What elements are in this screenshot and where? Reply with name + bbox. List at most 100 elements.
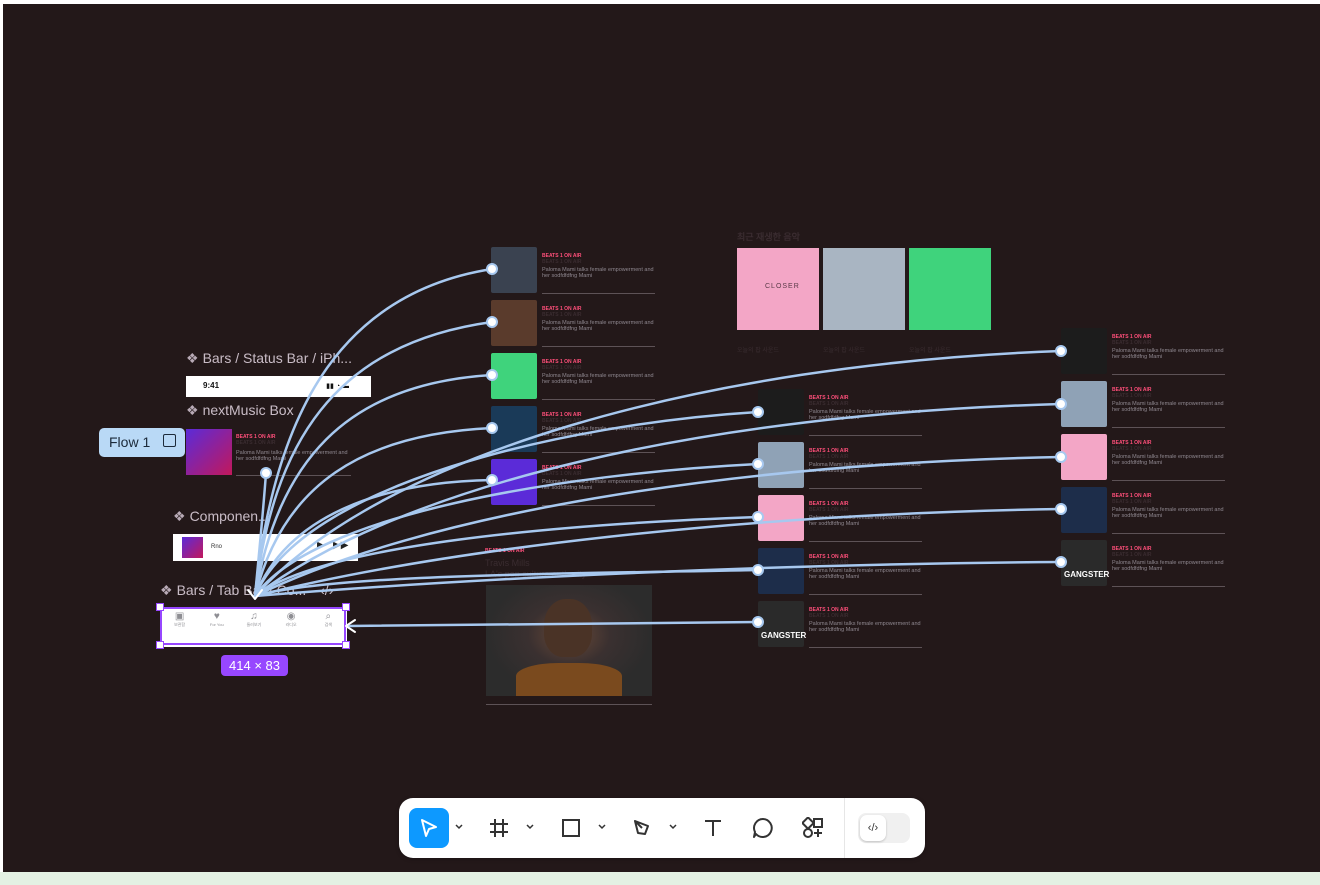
divider [542,399,655,400]
list-item[interactable]: BEATS 1 ON AIR BEATS 1 ON AIR Paloma Mam… [758,442,928,492]
play-icon[interactable]: ▶ [317,540,325,551]
card-subtitle: BEATS 1 ON AIR [809,560,849,566]
chevron-down-icon[interactable] [454,820,464,834]
list-item[interactable]: BEATS 1 ON AIR BEATS 1 ON AIR Paloma Mam… [1061,381,1231,431]
pen-tool-button[interactable] [623,808,663,848]
recent-album[interactable]: 오늘의 팝 사운드 [823,248,905,354]
connector-handle[interactable] [752,406,764,418]
dev-mode-toggle[interactable]: ‹/› [858,813,910,843]
resize-handle[interactable] [342,641,350,649]
album-art [758,495,804,541]
recent-caption: 오늘의 팝 사운드 [823,348,865,354]
connector-handle[interactable] [486,422,498,434]
list-item[interactable]: BEATS 1 ON AIR BEATS 1 ON AIR Paloma Mam… [491,406,661,456]
connector-handle[interactable] [752,511,764,523]
next-music-desc: Paloma Mami talks female empowerment and… [236,450,348,462]
dimension-badge: 414 × 83 [221,655,288,676]
divider [1112,374,1225,375]
connector-handle[interactable] [1055,398,1067,410]
connector-handle[interactable] [752,458,764,470]
connector-handle[interactable] [752,616,764,628]
list-item[interactable]: GANGSTER BEATS 1 ON AIR BEATS 1 ON AIR P… [758,601,928,651]
frame-label-component[interactable]: ❖ Componen... [173,508,270,525]
text-tool-button[interactable] [693,808,733,848]
divider [1112,480,1225,481]
connector-handle[interactable] [486,316,498,328]
actions-tool-button[interactable] [793,808,833,848]
list-item[interactable]: BEATS 1 ON AIR BEATS 1 ON AIR Paloma Mam… [758,495,928,545]
selection-box[interactable] [160,607,346,645]
status-bar-frame[interactable]: 9:41 ▮▮ ◔ ▬ [186,376,371,397]
divider [236,475,351,476]
flow-starting-point[interactable]: Flow 1 [99,428,185,457]
list-item[interactable]: BEATS 1 ON AIR BEATS 1 ON AIR Paloma Mam… [1061,434,1231,484]
connector-arrow [253,560,1063,598]
feature-image [486,585,652,696]
recent-heading: 최근 재생한 음악 [737,232,800,242]
connector-handle[interactable] [1055,451,1067,463]
code-icon[interactable]: ‹/› [320,582,333,598]
frame-label-tab-bar[interactable]: ❖ Bars / Tab Bar / Co... ‹/› [160,582,333,599]
feature-name: Travis Mills [485,558,530,568]
recent-music-section[interactable]: 최근 재생한 음악 CLOSER 오늘의 팝 사운드 오늘의 팝 사운드 오늘의… [737,230,997,354]
chevron-down-icon[interactable] [597,820,607,834]
fast-forward-icon[interactable]: ▶▶ [333,540,348,551]
status-time: 9:41 [203,381,220,390]
list-item[interactable]: BEATS 1 ON AIR BEATS 1 ON AIR Paloma Mam… [491,459,661,509]
connector-handle[interactable] [486,474,498,486]
frame-label-next-music-box[interactable]: ❖ nextMusic Box [186,402,294,419]
divider [809,541,922,542]
card-subtitle: BEATS 1 ON AIR [1112,393,1152,399]
connector-handle[interactable] [1055,556,1067,568]
list-item[interactable]: GANGSTER BEATS 1 ON AIR BEATS 1 ON AIR P… [1061,540,1231,590]
mini-player-frame[interactable]: Rno ▶ ▶▶ [173,534,358,561]
divider [1112,533,1225,534]
card-desc: Paloma Mami talks female empowerment and… [1112,454,1224,466]
design-canvas[interactable]: ❖ Bars / Status Bar / iPh... 9:41 ▮▮ ◔ ▬ … [3,4,1320,872]
list-item[interactable]: BEATS 1 ON AIR BEATS 1 ON AIR Paloma Mam… [758,548,928,598]
divider [1112,586,1225,587]
card-subtitle: BEATS 1 ON AIR [809,401,849,407]
list-item[interactable]: BEATS 1 ON AIR BEATS 1 ON AIR Paloma Mam… [491,300,661,350]
card-subtitle: BEATS 1 ON AIR [542,312,582,318]
connector-handle[interactable] [1055,503,1067,515]
nmd-album-art [186,429,232,475]
connector-handle[interactable] [486,263,498,275]
card-desc: Paloma Mami talks female empowerment and… [1112,560,1224,572]
card-desc: Paloma Mami talks female empowerment and… [809,462,921,474]
connector-handle[interactable] [260,467,272,479]
card-desc: Paloma Mami talks female empowerment and… [542,479,654,491]
move-tool-button[interactable] [409,808,449,848]
shape-tool-button[interactable] [551,808,591,848]
comment-tool-button[interactable] [743,808,783,848]
list-item[interactable]: BEATS 1 ON AIR BEATS 1 ON AIR Paloma Mam… [1061,328,1231,378]
connector-handle[interactable] [1055,345,1067,357]
list-item[interactable]: BEATS 1 ON AIR BEATS 1 ON AIR Paloma Mam… [491,247,661,297]
connector-handle[interactable] [752,564,764,576]
list-item[interactable]: BEATS 1 ON AIR BEATS 1 ON AIR Paloma Mam… [491,353,661,403]
frame-label-status-bar[interactable]: ❖ Bars / Status Bar / iPh... [186,350,352,367]
album-art [1061,434,1107,480]
divider [809,488,922,489]
feature-card[interactable]: BEATS 1 ON AIR Travis Mills LA's pop cul… [485,548,653,708]
divider [809,435,922,436]
card-subtitle: BEATS 1 ON AIR [809,613,849,619]
cursor-icon [421,819,437,837]
chevron-down-icon[interactable] [525,820,535,834]
card-subtitle: BEATS 1 ON AIR [809,454,849,460]
frame-tool-button[interactable] [479,808,519,848]
recent-album[interactable]: 오늘의 팝 사운드 [909,248,991,354]
resize-handle[interactable] [156,641,164,649]
divider [542,346,655,347]
list-item[interactable]: BEATS 1 ON AIR BEATS 1 ON AIR Paloma Mam… [758,389,928,439]
resize-handle[interactable] [156,603,164,611]
connector-handle[interactable] [486,369,498,381]
divider [809,594,922,595]
recent-album[interactable]: CLOSER 오늘의 팝 사운드 [737,248,819,354]
album-art [909,248,991,330]
next-music-subtitle: BEATS 1 ON AIR [236,440,276,446]
list-item[interactable]: BEATS 1 ON AIR BEATS 1 ON AIR Paloma Mam… [1061,487,1231,537]
arrowhead [345,619,356,633]
resize-handle[interactable] [342,603,350,611]
chevron-down-icon[interactable] [668,820,678,834]
